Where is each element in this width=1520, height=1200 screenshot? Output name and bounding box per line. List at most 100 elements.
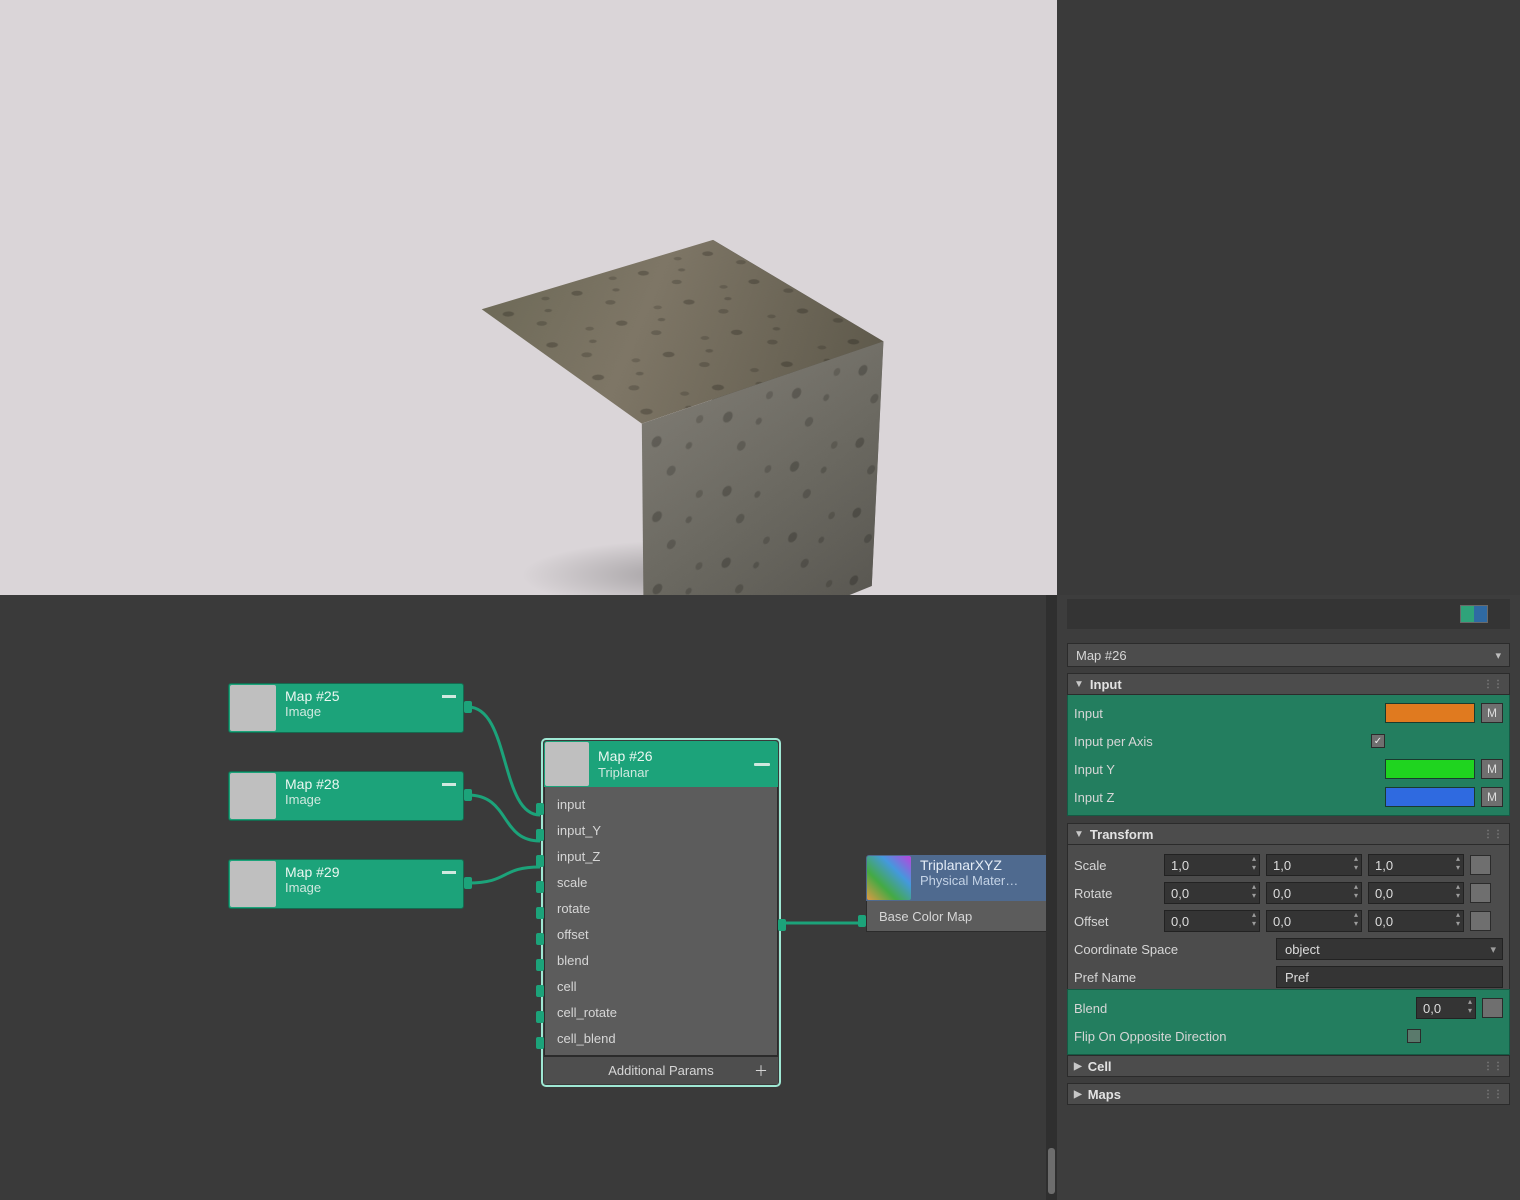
param-row[interactable]: cell_rotate (545, 999, 777, 1025)
offset-z-spinner[interactable]: 0,0 (1368, 910, 1464, 932)
param-row[interactable]: blend (545, 947, 777, 973)
plus-icon: ＋ (754, 1061, 768, 1081)
section-header-input[interactable]: ▼Input⋮⋮ (1067, 673, 1510, 695)
node-graph[interactable]: Map #25Image Map #28Image Map #29Image M… (0, 595, 1057, 1200)
prop-row-input-y: Input Y M (1074, 755, 1503, 783)
scale-z-spinner[interactable]: 1,0 (1368, 854, 1464, 876)
scale-y-spinner[interactable]: 1,0 (1266, 854, 1362, 876)
lock-button[interactable] (1470, 911, 1491, 931)
collapse-icon[interactable] (442, 783, 456, 786)
input-port[interactable] (536, 829, 544, 841)
blend-spinner[interactable]: 0,0 (1416, 997, 1476, 1019)
node-subtitle: Triplanar (598, 765, 746, 781)
lock-button[interactable] (1470, 883, 1491, 903)
input-port[interactable] (536, 1037, 544, 1049)
input-port[interactable] (536, 907, 544, 919)
prop-row-input: Input M (1074, 699, 1503, 727)
node-thumb (230, 685, 276, 731)
properties-panel: Map #26▾ ▼Input⋮⋮ Input M Input per Axis… (1057, 595, 1520, 1200)
section-header-transform[interactable]: ▼Transform⋮⋮ (1067, 823, 1510, 845)
output-port[interactable] (464, 701, 472, 713)
grip-icon: ⋮⋮ (1483, 829, 1503, 840)
input-port[interactable] (536, 1011, 544, 1023)
prop-row-input-per-axis: Input per Axis ✓ (1074, 727, 1503, 755)
param-row[interactable]: input (545, 791, 777, 817)
node-params: input input_Y input_Z scale rotate offse… (544, 787, 778, 1056)
input-port[interactable] (536, 803, 544, 815)
param-row[interactable]: rotate (545, 895, 777, 921)
blend-extra-button[interactable] (1482, 998, 1503, 1018)
node-subtitle: Image (285, 880, 455, 895)
offset-y-spinner[interactable]: 0,0 (1266, 910, 1362, 932)
node-title: Map #29 (285, 864, 455, 880)
param-row[interactable]: offset (545, 921, 777, 947)
node-thumb (545, 742, 589, 786)
grip-icon: ⋮⋮ (1483, 1089, 1503, 1100)
param-row[interactable]: input_Z (545, 843, 777, 869)
node-title: TriplanarXYZ (920, 857, 1044, 873)
caret-down-icon: ▾ (1495, 649, 1501, 662)
param-row[interactable]: cell_blend (545, 1025, 777, 1051)
output-port[interactable] (464, 789, 472, 801)
node-map-28[interactable]: Map #28Image (228, 771, 464, 821)
material-thumb (867, 856, 911, 900)
collapse-icon[interactable] (442, 695, 456, 698)
param-row[interactable]: cell (545, 973, 777, 999)
input-z-swatch[interactable] (1385, 787, 1475, 807)
checkbox-flip[interactable] (1407, 1029, 1421, 1043)
node-thumb (230, 773, 276, 819)
input-port[interactable] (536, 881, 544, 893)
node-map-26[interactable]: Map #26Triplanar input input_Y input_Z s… (544, 741, 778, 1084)
prop-row-input-z: Input Z M (1074, 783, 1503, 811)
prop-row-blend: Blend 0,0 (1074, 994, 1503, 1022)
input-swatch[interactable] (1385, 703, 1475, 723)
node-subtitle: Physical Mater… (920, 873, 1044, 888)
preview-cube (540, 310, 820, 590)
rotate-y-spinner[interactable]: 0,0 (1266, 882, 1362, 904)
input-port[interactable] (536, 933, 544, 945)
output-port[interactable] (778, 919, 786, 931)
triangle-right-icon: ▶ (1074, 1061, 1082, 1072)
input-y-swatch[interactable] (1385, 759, 1475, 779)
collapse-icon[interactable] (442, 871, 456, 874)
input-port[interactable] (858, 915, 866, 927)
section-header-cell[interactable]: ▶Cell⋮⋮ (1067, 1055, 1510, 1077)
map-button[interactable]: M (1481, 703, 1503, 723)
grip-icon: ⋮⋮ (1483, 1061, 1503, 1072)
checkbox-per-axis[interactable]: ✓ (1371, 734, 1385, 748)
node-thumb (230, 861, 276, 907)
map-button[interactable]: M (1481, 787, 1503, 807)
offset-x-spinner[interactable]: 0,0 (1164, 910, 1260, 932)
material-preview-icon[interactable] (1460, 605, 1488, 623)
param-row[interactable]: input_Y (545, 817, 777, 843)
pref-name-input[interactable]: Pref (1276, 966, 1503, 988)
additional-params-button[interactable]: Additional Params＋ (544, 1056, 778, 1084)
material-slot-row[interactable]: Base Color Map (867, 901, 1051, 931)
node-map-29[interactable]: Map #29Image (228, 859, 464, 909)
output-port[interactable] (464, 877, 472, 889)
collapse-icon[interactable] (754, 763, 770, 766)
nodegraph-scrollbar[interactable] (1046, 595, 1057, 1200)
input-port[interactable] (536, 985, 544, 997)
rotate-x-spinner[interactable]: 0,0 (1164, 882, 1260, 904)
node-title: Map #26 (598, 748, 746, 765)
lock-button[interactable] (1470, 855, 1491, 875)
node-subtitle: Image (285, 792, 455, 807)
viewport-3d[interactable] (0, 0, 1057, 595)
rotate-z-spinner[interactable]: 0,0 (1368, 882, 1464, 904)
map-button[interactable]: M (1481, 759, 1503, 779)
node-title: Map #28 (285, 776, 455, 792)
coord-space-dropdown[interactable]: object (1276, 938, 1503, 960)
node-material-triplanarxyz[interactable]: TriplanarXYZPhysical Mater… Base Color M… (866, 855, 1052, 932)
scale-x-spinner[interactable]: 1,0 (1164, 854, 1260, 876)
node-map-25[interactable]: Map #25Image (228, 683, 464, 733)
param-row[interactable]: scale (545, 869, 777, 895)
prop-row-offset: Offset 0,0 0,0 0,0 (1074, 907, 1503, 935)
map-title-dropdown[interactable]: Map #26▾ (1067, 643, 1510, 667)
triangle-down-icon: ▼ (1074, 679, 1084, 690)
input-port[interactable] (536, 959, 544, 971)
prop-row-scale: Scale 1,0 1,0 1,0 (1074, 851, 1503, 879)
panel-toolbar (1067, 599, 1510, 629)
input-port[interactable] (536, 855, 544, 867)
section-header-maps[interactable]: ▶Maps⋮⋮ (1067, 1083, 1510, 1105)
